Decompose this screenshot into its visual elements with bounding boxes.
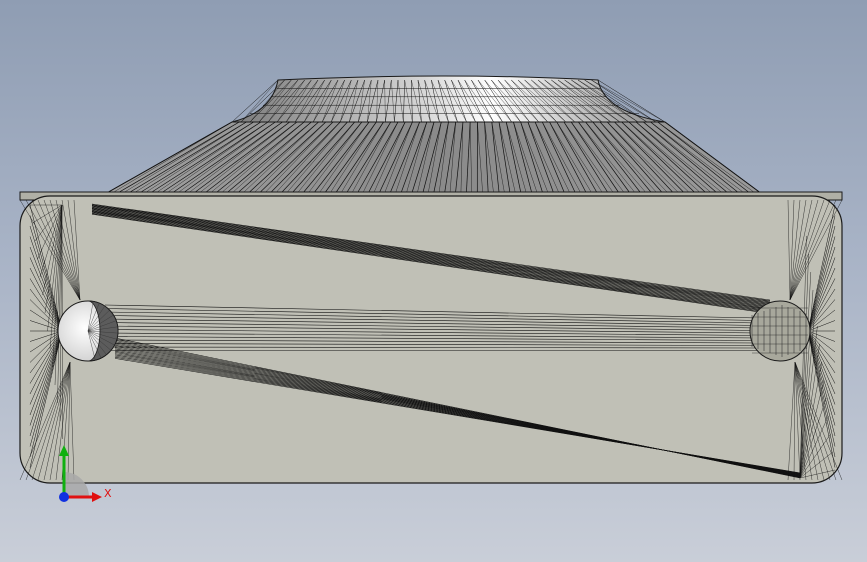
body-part[interactable]	[19, 191, 843, 484]
cad-viewport[interactable]: X	[0, 0, 867, 562]
right-boss[interactable]	[749, 300, 811, 362]
left-hole[interactable]	[57, 300, 119, 362]
model-view[interactable]: X	[0, 0, 867, 562]
cone-part[interactable]	[103, 121, 764, 195]
x-axis-label: X	[104, 487, 112, 500]
neck-surface	[231, 75, 666, 123]
x-axis-arrowhead	[92, 492, 102, 502]
right-boss-face	[749, 300, 811, 362]
neck-part[interactable]	[231, 75, 666, 123]
body-front-face	[19, 195, 843, 484]
origin-dot	[59, 492, 69, 502]
